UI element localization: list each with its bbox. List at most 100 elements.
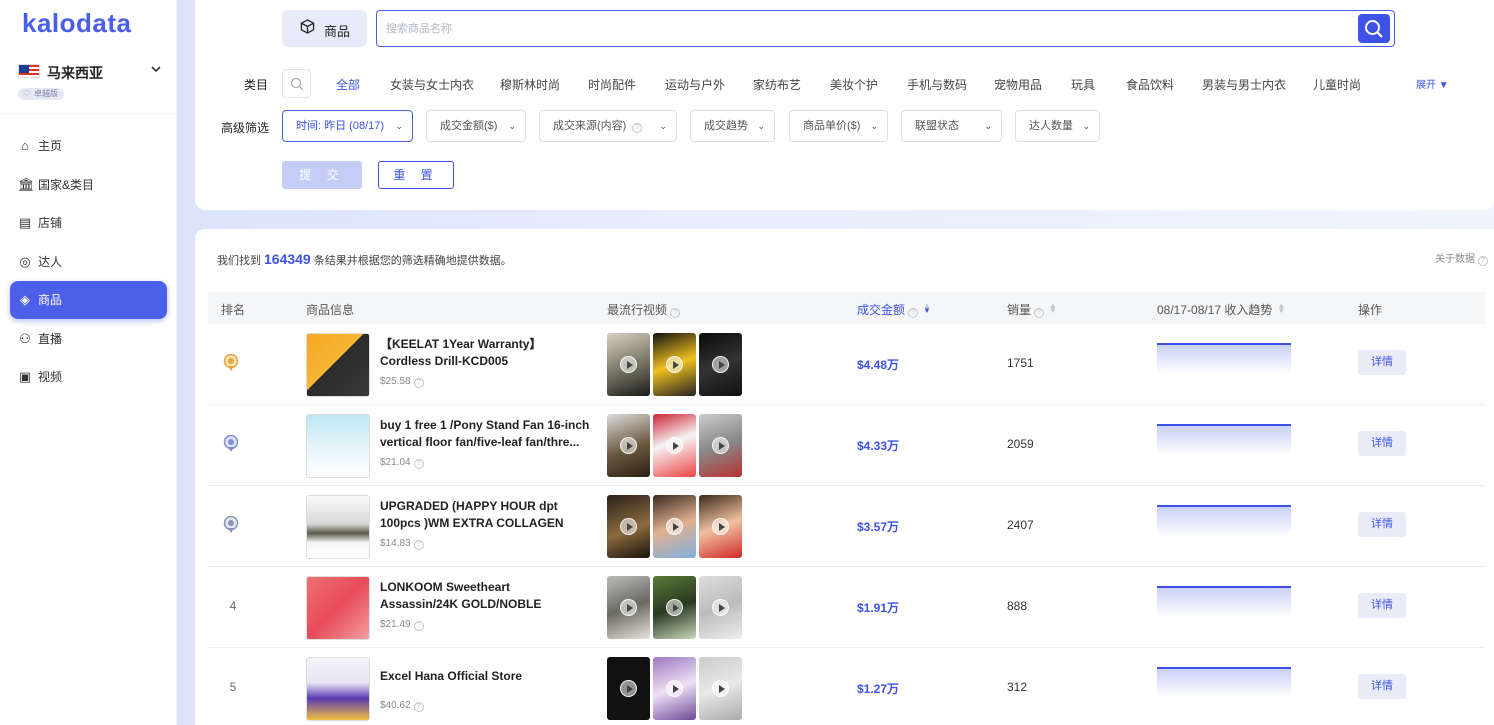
about-data-link[interactable]: 关于数据? [1435, 250, 1488, 266]
revenue-trend-chart [1157, 424, 1291, 455]
source-dropdown[interactable]: 成交来源(内容)? ⌄ [539, 110, 677, 142]
category-toys[interactable]: 玩具 [1071, 76, 1095, 93]
product-title[interactable]: buy 1 free 1 /Pony Stand Fan 16-inch ver… [380, 417, 590, 451]
influencer-count-dropdown[interactable]: 达人数量 ⌄ [1015, 110, 1100, 142]
play-icon [620, 356, 637, 373]
product-image[interactable] [306, 495, 370, 559]
video-thumbnail[interactable] [653, 333, 696, 396]
column-trend[interactable]: 08/17-08/17 收入趋势 ▲ ▼ [1157, 301, 1285, 318]
plan-badge: 卓越版 [18, 88, 64, 100]
price-value: $21.04 [380, 457, 411, 468]
sidebar-item-label: 国家&类目 [38, 177, 95, 192]
product-title[interactable]: 【KEELAT 1Year Warranty】 Cordless Drill-K… [380, 336, 590, 370]
filter-panel: 商品 类目 全部 女装与女士内衣 穆斯林时尚 时尚配件 运动与户外 家纺布艺 美… [195, 0, 1494, 210]
chevron-down-icon: ⌄ [659, 121, 667, 131]
expand-categories-button[interactable]: 展开 ▼ [1416, 76, 1449, 91]
detail-button[interactable]: 详情 [1358, 593, 1406, 618]
silver-medal-icon [223, 434, 239, 456]
category-pets[interactable]: 宠物用品 [994, 76, 1042, 93]
category-women[interactable]: 女装与女士内衣 [390, 76, 474, 93]
product-image[interactable] [306, 576, 370, 640]
product-title[interactable]: LONKOOM Sweetheart Assassin/24K GOLD/NOB… [380, 579, 590, 613]
video-thumbnail[interactable] [607, 576, 650, 639]
product-image[interactable] [306, 657, 370, 721]
chevron-down-icon: ⌄ [1082, 121, 1090, 131]
product-image[interactable] [306, 414, 370, 478]
sidebar-item-product[interactable]: ◈ 商品 [10, 281, 167, 319]
chevron-down-icon: ⌄ [984, 121, 992, 131]
submit-button[interactable]: 提 交 [282, 161, 362, 189]
price-value: $14.83 [380, 538, 411, 549]
video-thumbnail[interactable] [699, 333, 742, 396]
detail-button[interactable]: 详情 [1358, 512, 1406, 537]
trend-dropdown[interactable]: 成交趋势 ⌄ [690, 110, 775, 142]
video-thumbnail[interactable] [699, 576, 742, 639]
sidebar-item-label: 店铺 [38, 216, 63, 230]
gmv-value: $4.48万 [857, 358, 900, 372]
product-price: $14.83? [380, 538, 424, 550]
sort-icon: ▲ ▼ [1277, 301, 1286, 315]
product-search-tab[interactable]: 商品 [282, 10, 367, 47]
sales-value: 2407 [1007, 518, 1034, 532]
column-sales[interactable]: 销量 ? ▲ ▼ [1007, 301, 1057, 318]
detail-button[interactable]: 详情 [1358, 350, 1406, 375]
video-thumbnail[interactable] [653, 576, 696, 639]
video-thumbnail[interactable] [653, 495, 696, 558]
sidebar-item-country-category[interactable]: 🏛 国家&类目 [10, 166, 167, 204]
category-men[interactable]: 男装与男士内衣 [1202, 76, 1286, 93]
sidebar-item-home[interactable]: ⌂ 主页 [10, 127, 167, 165]
search-input[interactable] [386, 19, 1336, 39]
video-thumbnail[interactable] [699, 495, 742, 558]
video-thumbnail[interactable] [653, 657, 696, 720]
chevron-down-icon: ⌄ [757, 121, 765, 131]
sidebar-item-video[interactable]: ▣ 视频 [10, 358, 167, 396]
category-kids[interactable]: 儿童时尚 [1313, 76, 1361, 93]
category-food[interactable]: 食品饮料 [1126, 76, 1174, 93]
search-button[interactable] [1358, 14, 1390, 43]
category-home-textile[interactable]: 家纺布艺 [753, 76, 801, 93]
video-thumbnail[interactable] [699, 414, 742, 477]
affiliate-status-dropdown[interactable]: 联盟状态 ⌄ [901, 110, 1002, 142]
video-thumbnail[interactable] [607, 333, 650, 396]
sort-icon: ▲ ▼ [923, 301, 931, 315]
category-phones[interactable]: 手机与数码 [907, 76, 967, 93]
video-thumbnail[interactable] [607, 657, 650, 720]
detail-button[interactable]: 详情 [1358, 674, 1406, 699]
help-icon: ? [413, 540, 424, 550]
help-icon: ? [413, 378, 424, 388]
chevron-down-icon: ⌄ [395, 121, 403, 131]
category-muslim-fashion[interactable]: 穆斯林时尚 [500, 76, 560, 93]
bronze-medal-icon [223, 515, 239, 537]
sidebar-item-influencer[interactable]: ◎ 达人 [10, 243, 167, 281]
country-selector[interactable]: 马来西亚 [18, 62, 168, 84]
caret-down-icon: ▼ [1438, 80, 1449, 91]
detail-button[interactable]: 详情 [1358, 431, 1406, 456]
sidebar-item-live[interactable]: ⚇ 直播 [10, 320, 167, 358]
sidebar-item-store[interactable]: ▤ 店铺 [10, 204, 167, 242]
video-thumbnail[interactable] [699, 657, 742, 720]
product-box-icon: ◈ [20, 292, 30, 307]
reset-button[interactable]: 重 置 [378, 161, 454, 189]
time-dropdown[interactable]: 时间: 昨日 (08/17) ⌄ [282, 110, 413, 142]
category-beauty[interactable]: 美妆个护 [830, 76, 878, 93]
sidebar-nav: ⌂ 主页 🏛 国家&类目 ▤ 店铺 ◎ 达人 ◈ 商品 ⚇ 直播 ▣ 视频 [10, 127, 167, 397]
column-gmv[interactable]: 成交金额 ? ▲ ▼ [857, 301, 931, 318]
category-all[interactable]: 全部 [336, 76, 360, 93]
home-icon: ⌂ [21, 138, 29, 153]
video-thumbnail[interactable] [607, 495, 650, 558]
price-value: $21.49 [380, 619, 411, 630]
table-row: UPGRADED (HAPPY HOUR dpt 100pcs )WM EXTR… [208, 486, 1485, 567]
gmv-dropdown[interactable]: 成交金额($) ⌄ [426, 110, 526, 142]
unit-price-dropdown[interactable]: 商品单价($) ⌄ [789, 110, 888, 142]
kalodata-logo[interactable]: kalodata [22, 8, 132, 39]
video-thumbnail[interactable] [653, 414, 696, 477]
product-image[interactable] [306, 333, 370, 397]
category-search-button[interactable] [282, 69, 311, 98]
video-thumbnail[interactable] [607, 414, 650, 477]
play-icon [666, 518, 683, 535]
product-title[interactable]: UPGRADED (HAPPY HOUR dpt 100pcs )WM EXTR… [380, 498, 590, 532]
category-sports[interactable]: 运动与户外 [665, 76, 725, 93]
gmv-value: $1.91万 [857, 601, 900, 615]
product-title[interactable]: Excel Hana Official Store [380, 668, 590, 685]
category-accessories[interactable]: 时尚配件 [588, 76, 636, 93]
